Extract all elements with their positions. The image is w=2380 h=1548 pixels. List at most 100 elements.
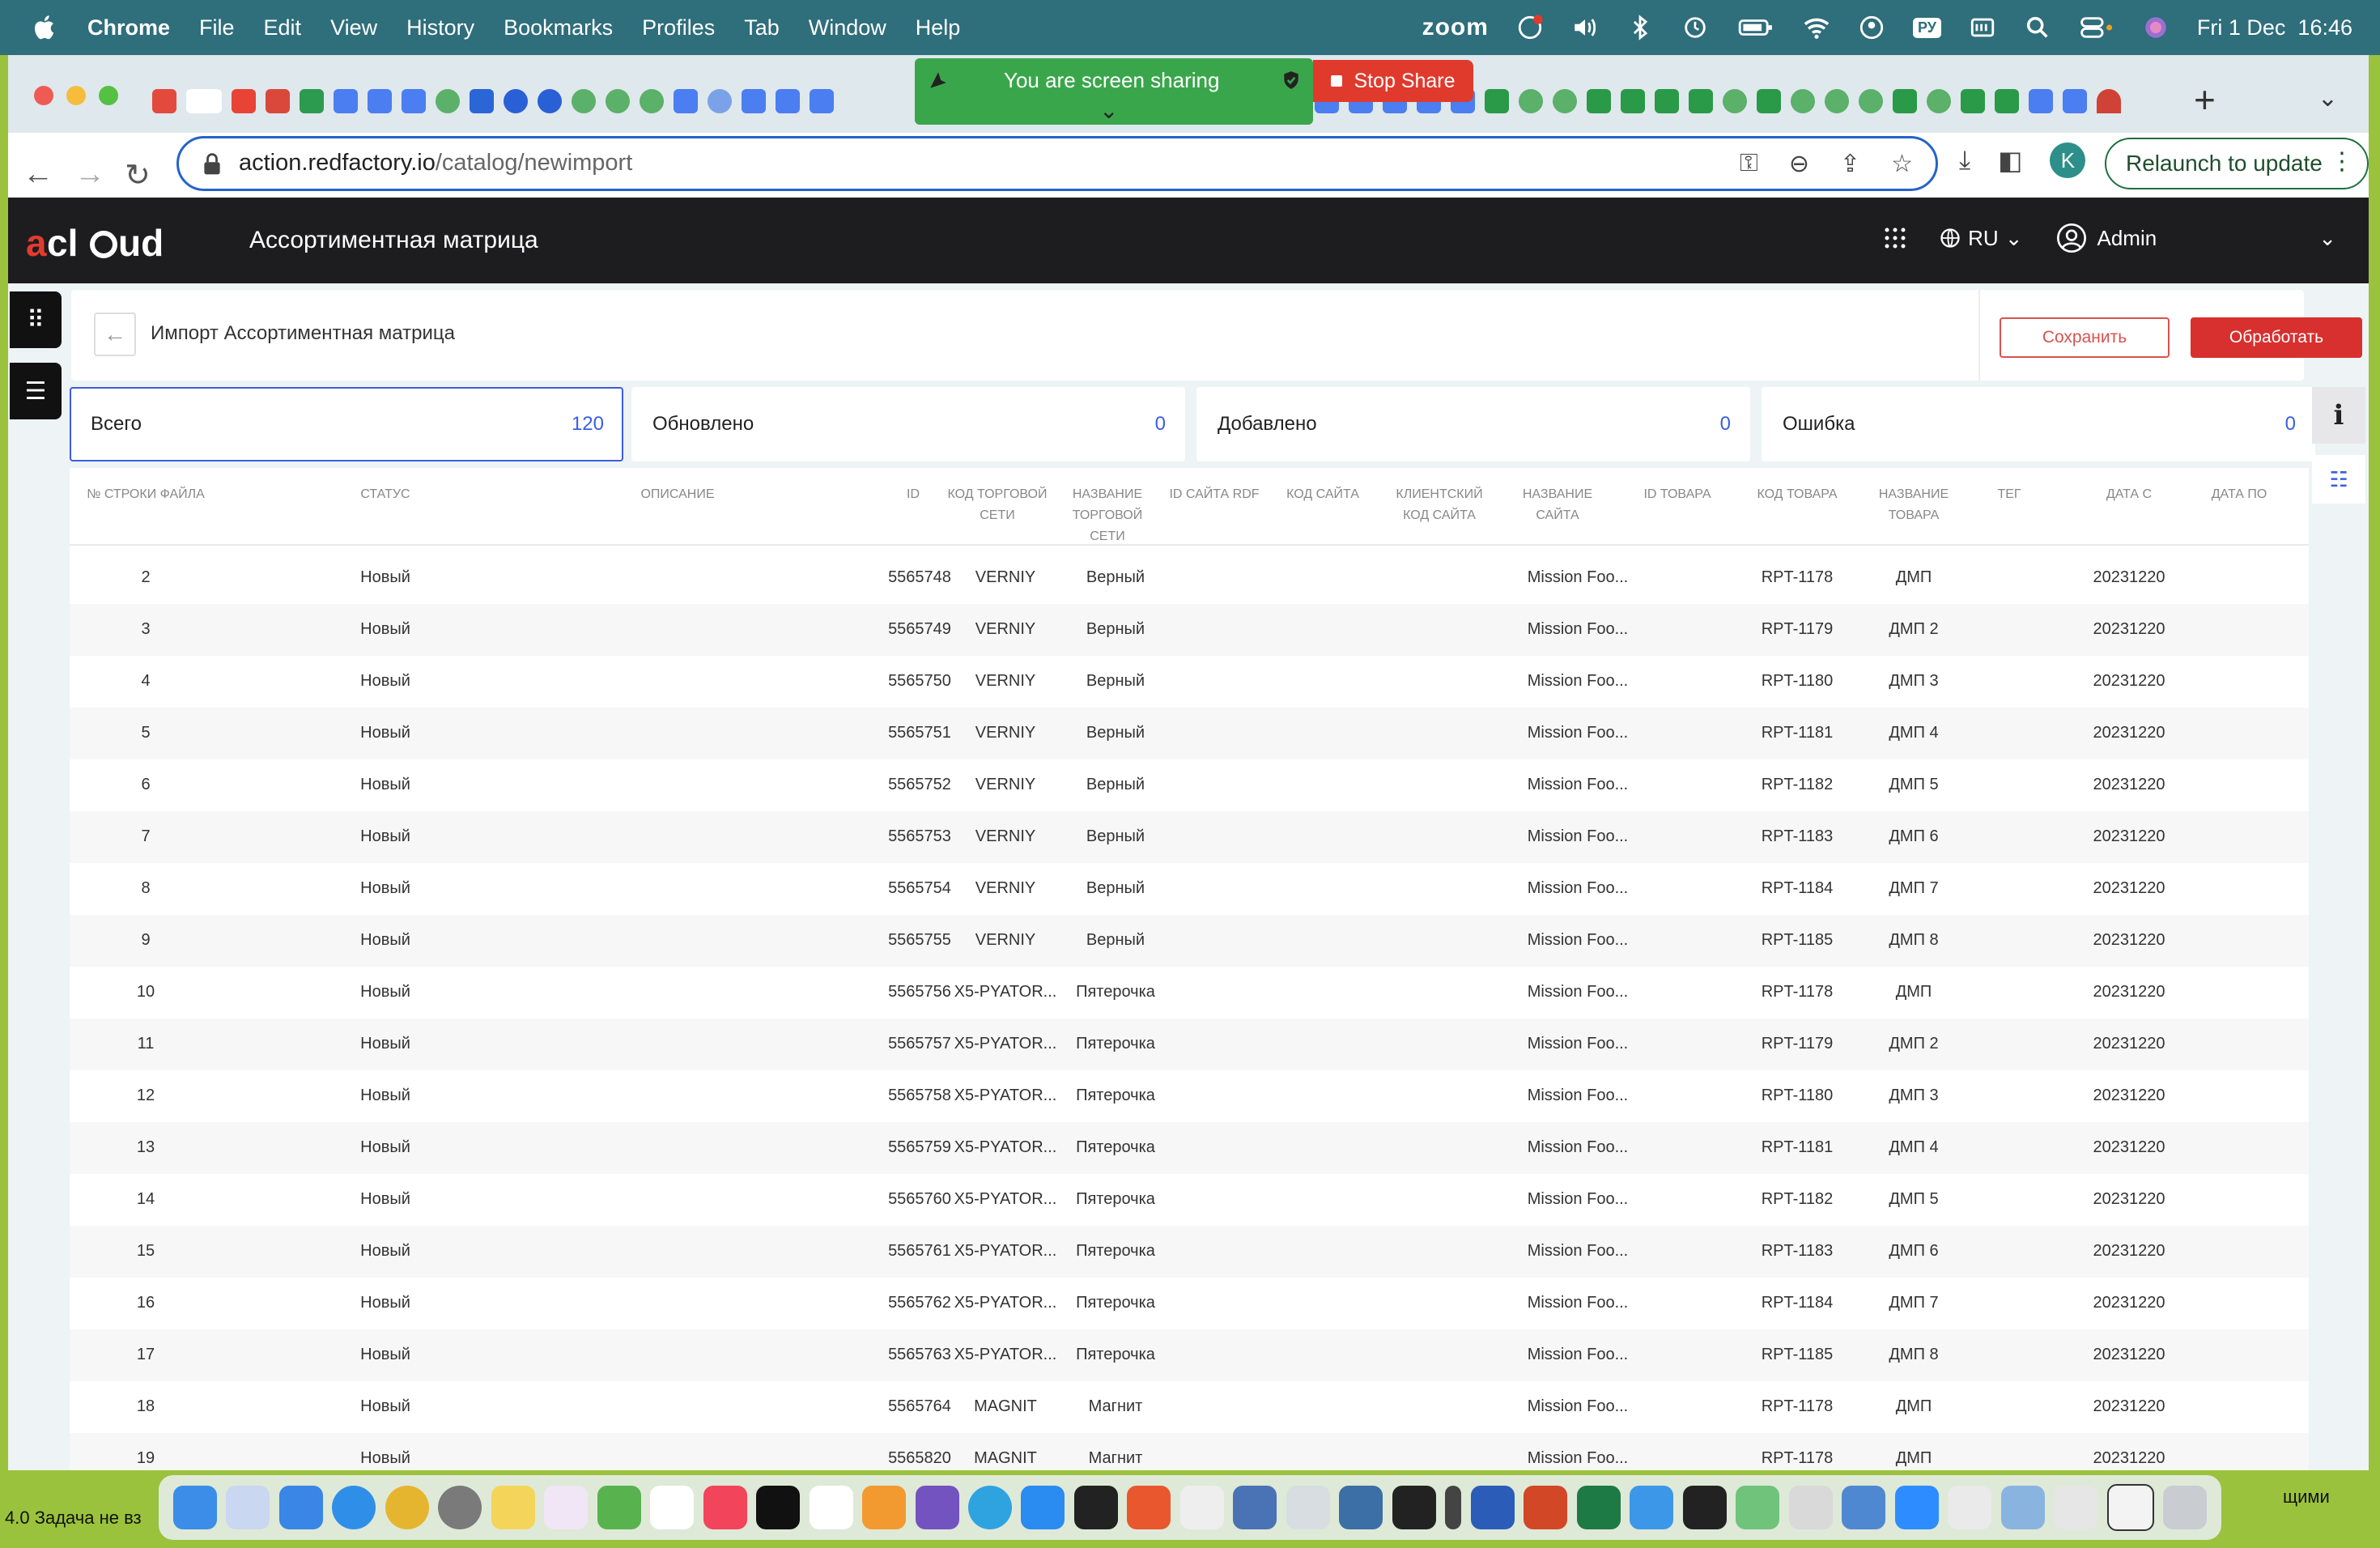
keynote-icon[interactable] <box>1630 1486 1674 1529</box>
column-header-description[interactable]: Описание <box>625 484 730 505</box>
tab-favicon-sheets-icon[interactable] <box>1961 89 1985 113</box>
tab-favicon-docs-icon[interactable] <box>742 89 766 113</box>
launchpad-icon[interactable] <box>226 1486 270 1529</box>
stat-card-updated[interactable]: Обновлено 0 <box>631 387 1185 461</box>
tab-favicon-drive-icon[interactable] <box>300 89 324 113</box>
screenshot-icon[interactable] <box>2106 1484 2154 1531</box>
menu-edit[interactable]: Edit <box>264 15 302 40</box>
tab-favicon-sheets-icon[interactable] <box>1689 89 1713 113</box>
table-row[interactable]: 17 Новый 5565763 X5-PYATOR... Пятерочка Missi… <box>70 1329 2309 1381</box>
tab-favicon-redfactory-icon[interactable] <box>152 89 176 113</box>
notes-icon[interactable] <box>491 1486 535 1529</box>
lock-icon[interactable] <box>203 153 221 176</box>
tableplus-icon[interactable] <box>1392 1486 1436 1529</box>
zoom-status-item[interactable]: zoom <box>1422 14 1489 41</box>
info-button[interactable]: i <box>2312 387 2365 444</box>
table-row[interactable]: 19 Новый 5565820 MAGNIT Магнит Mission Foo...… <box>70 1433 2309 1470</box>
stat-card-error[interactable]: Ошибка 0 <box>1762 387 2315 461</box>
table-row[interactable]: 2 Новый 5565748 VERNIY Верный Mission Foo... R… <box>70 552 2309 604</box>
column-header-item-id[interactable]: ID товара <box>1629 484 1726 505</box>
tab-favicon-chrome-icon[interactable] <box>1927 89 1951 113</box>
window-close-button[interactable] <box>34 86 53 105</box>
telegram-icon[interactable] <box>968 1486 1012 1529</box>
divider-app-icon[interactable] <box>1445 1486 1462 1529</box>
word-icon[interactable] <box>1470 1486 1515 1529</box>
tab-favicon-docs-icon[interactable] <box>334 89 358 113</box>
console-icon[interactable] <box>1682 1486 1727 1529</box>
language-selector[interactable]: RU ⌄ <box>1939 226 2023 251</box>
column-header-site-code[interactable]: Код сайта <box>1274 484 1371 505</box>
key-icon[interactable]: ⚿ <box>1740 150 1758 178</box>
column-header-id[interactable]: ID <box>889 484 937 505</box>
table-row[interactable]: 18 Новый 5565764 MAGNIT Магнит Mission Foo...… <box>70 1381 2309 1433</box>
tab-favicon-sheets-icon[interactable] <box>1621 89 1645 113</box>
reminders-icon[interactable] <box>809 1486 853 1529</box>
tab-favicon-docs-icon[interactable] <box>810 89 834 113</box>
list-view-button[interactable]: ☷ <box>2312 455 2365 504</box>
tab-favicon-gmail-icon[interactable] <box>266 89 290 113</box>
header-chevron-down-icon[interactable]: ⌄ <box>2318 226 2336 251</box>
column-header-row-number[interactable]: № строки файла <box>86 484 206 505</box>
table-row[interactable]: 7 Новый 5565753 VERNIY Верный Mission Foo... R… <box>70 811 2309 863</box>
preview-icon[interactable] <box>1842 1486 1886 1529</box>
tab-favicon-docs-icon[interactable] <box>2029 89 2053 113</box>
tab-favicon-calendar-icon[interactable] <box>470 89 494 113</box>
menu-app-chrome[interactable]: Chrome <box>87 15 170 40</box>
tab-favicon-chrome-icon[interactable] <box>640 89 664 113</box>
tab-favicon-docs-icon[interactable] <box>2063 89 2087 113</box>
tab-favicon-chrome-icon[interactable] <box>1553 89 1577 113</box>
scanner-icon[interactable] <box>1788 1486 1833 1529</box>
chevron-down-icon[interactable]: ⌄ <box>1099 97 1118 124</box>
user-account-icon[interactable] <box>1858 14 1885 41</box>
column-header-tag[interactable]: Тег <box>1985 484 2034 505</box>
finder-icon[interactable] <box>172 1486 217 1529</box>
photos-icon[interactable] <box>544 1486 589 1529</box>
app-store-icon[interactable] <box>1021 1486 1065 1529</box>
table-row[interactable]: 5 Новый 5565751 VERNIY Верный Mission Foo... R… <box>70 708 2309 759</box>
tab-search-chevron-down-icon[interactable]: ⌄ <box>2318 84 2338 113</box>
column-header-date-from[interactable]: Дата с <box>2080 484 2178 505</box>
spotlight-search-icon[interactable] <box>2024 14 2051 41</box>
tab-favicon-chrome-icon[interactable] <box>572 89 596 113</box>
tab-favicon-gmail-icon[interactable] <box>232 89 256 113</box>
tab-favicon-docs-icon[interactable] <box>368 89 392 113</box>
apps-menu-button[interactable]: ⠿ <box>10 291 62 348</box>
tab-favicon-chrome-icon[interactable] <box>606 89 630 113</box>
tab-favicon-sheets-icon[interactable] <box>1485 89 1509 113</box>
music-icon[interactable] <box>703 1486 747 1529</box>
menu-help[interactable]: Help <box>916 15 961 40</box>
table-row[interactable]: 13 Новый 5565759 X5-PYATOR... Пятерочка Missi… <box>70 1122 2309 1174</box>
desktop-file-label-right[interactable]: щими <box>2283 1486 2330 1508</box>
screen-sharing-banner[interactable]: You are screen sharing ⌄ <box>915 58 1313 125</box>
menu-view[interactable]: View <box>330 15 377 40</box>
bluetooth-icon[interactable] <box>1626 14 1654 41</box>
tab-favicon-sheets-icon[interactable] <box>1757 89 1781 113</box>
column-header-client-site-code[interactable]: Клиентский код сайта <box>1386 484 1493 526</box>
back-arrow-icon[interactable]: ← <box>23 157 53 192</box>
tab-active-close-icon[interactable] <box>186 89 222 113</box>
excel-icon[interactable] <box>1576 1486 1621 1529</box>
database-icon[interactable] <box>1286 1486 1330 1529</box>
acloud-logo[interactable]: a cl ud <box>23 219 185 268</box>
trash-icon[interactable] <box>2163 1486 2208 1529</box>
document-icon[interactable] <box>1948 1486 1992 1529</box>
control-center-icon[interactable] <box>2079 14 2114 41</box>
column-header-date-to[interactable]: Дата по <box>2191 484 2288 505</box>
save-button[interactable]: Сохранить <box>2000 317 2170 358</box>
document-stack-icon[interactable] <box>2054 1486 2098 1529</box>
zoom-out-icon[interactable]: ⊖ <box>1789 150 1809 178</box>
tab-favicon-zoom-icon[interactable] <box>504 89 528 113</box>
tab-favicon-zoom-icon[interactable] <box>538 89 562 113</box>
tab-favicon-chrome-icon[interactable] <box>1825 89 1849 113</box>
column-header-chain-code[interactable]: Код торговой сети <box>944 484 1051 526</box>
column-header-item-name[interactable]: Название товара <box>1865 484 1962 526</box>
menu-profiles[interactable]: Profiles <box>642 15 715 40</box>
siri-icon[interactable] <box>2142 14 2170 41</box>
relaunch-to-update-button[interactable]: Relaunch to update ⋮ <box>2105 138 2369 189</box>
wifi-icon[interactable] <box>1803 14 1830 41</box>
menu-tab[interactable]: Tab <box>744 15 780 40</box>
new-tab-plus-icon[interactable]: + <box>2194 78 2216 121</box>
download-icon[interactable]: ⤓ <box>1959 145 1970 176</box>
tab-favicon-globe-icon[interactable] <box>708 89 732 113</box>
table-row[interactable]: 11 Новый 5565757 X5-PYATOR... Пятерочка Missi… <box>70 1019 2309 1070</box>
